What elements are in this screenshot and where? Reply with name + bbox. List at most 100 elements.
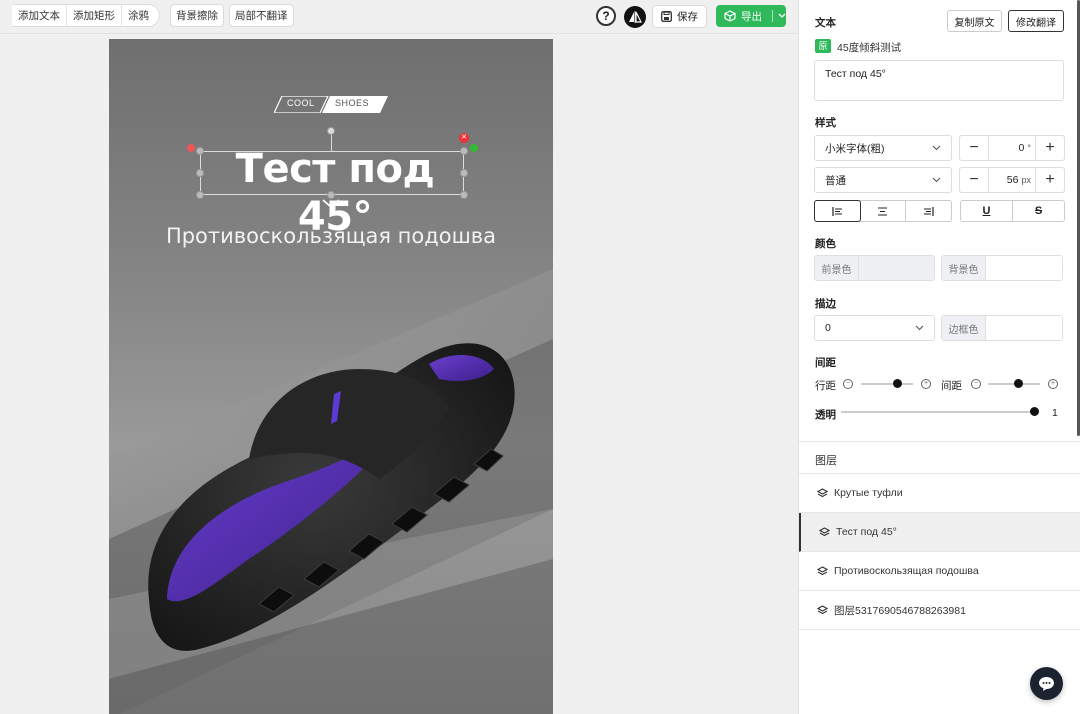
font-size-stepper[interactable]: − 56 px + bbox=[959, 167, 1065, 193]
font-size-value[interactable]: 56 bbox=[1007, 174, 1019, 186]
resize-handle-ml[interactable] bbox=[196, 169, 204, 177]
export-icon bbox=[724, 10, 736, 22]
save-icon bbox=[661, 11, 672, 22]
artboard[interactable]: COOL SHOES ✕ Тест под 45° Противоскользя… bbox=[109, 39, 553, 714]
chevron-down-icon[interactable] bbox=[778, 13, 786, 19]
rotation-value[interactable]: 0 bbox=[1019, 142, 1025, 154]
color-section-label: 颜色 bbox=[815, 238, 836, 250]
resize-handle-tl[interactable] bbox=[196, 147, 204, 155]
letter-spacing-knob[interactable] bbox=[1014, 379, 1023, 388]
align-left-icon[interactable] bbox=[814, 200, 861, 222]
doodle-button[interactable]: 涂鸦 bbox=[122, 5, 155, 26]
background-erase-button[interactable]: 背景擦除 bbox=[171, 5, 223, 26]
layer-item[interactable]: Крутые туфли bbox=[799, 474, 1080, 513]
partial-group: 局部不翻译 bbox=[229, 4, 294, 27]
layer-item-selected[interactable]: Тест под 45° bbox=[799, 513, 1080, 552]
layer-name: Крутые туфли bbox=[834, 487, 903, 499]
underline-icon[interactable]: U bbox=[961, 201, 1013, 221]
stroke-width-select[interactable]: 0 bbox=[814, 315, 935, 341]
save-label: 保存 bbox=[677, 11, 698, 23]
export-label: 导出 bbox=[741, 10, 762, 23]
chat-button[interactable] bbox=[1030, 667, 1063, 700]
translation-textarea[interactable]: Тест под 45° bbox=[814, 60, 1064, 101]
copy-original-button[interactable]: 复制原文 bbox=[947, 10, 1002, 32]
chat-icon bbox=[1039, 676, 1054, 691]
increase-letter-spacing-icon[interactable]: + bbox=[1048, 379, 1058, 389]
decrease-letter-spacing-icon[interactable]: − bbox=[971, 379, 981, 389]
add-rectangle-button[interactable]: 添加矩形 bbox=[67, 5, 122, 26]
export-button[interactable]: 导出 bbox=[716, 5, 786, 27]
export-divider bbox=[772, 10, 773, 22]
canvas-area[interactable]: COOL SHOES ✕ Тест под 45° Противоскользя… bbox=[0, 35, 798, 714]
original-text: 45度倾斜测试 bbox=[837, 42, 902, 54]
text-section-label: 文本 bbox=[815, 17, 836, 29]
font-size-unit: px bbox=[1021, 175, 1031, 185]
layer-item[interactable]: Противоскользящая подошва bbox=[799, 552, 1080, 591]
resize-handle-bl[interactable] bbox=[196, 191, 204, 199]
font-weight-value: 普通 bbox=[825, 174, 846, 187]
font-family-select[interactable]: 小米字体(粗) bbox=[814, 135, 952, 161]
stroke-color-swatch[interactable] bbox=[986, 316, 1062, 340]
style-section-label: 样式 bbox=[815, 117, 836, 129]
layers-header: 图层 bbox=[799, 442, 1080, 474]
decrease-line-spacing-icon[interactable]: − bbox=[843, 379, 853, 389]
opacity-track[interactable] bbox=[841, 411, 1035, 413]
layer-item[interactable]: 图层5317690546788263981 bbox=[799, 591, 1080, 630]
chevron-down-icon bbox=[932, 145, 941, 151]
alignment-group bbox=[814, 200, 952, 222]
decoration-group: U S bbox=[960, 200, 1065, 222]
font-size-decrease-button[interactable]: − bbox=[960, 171, 988, 189]
layer-name: Противоскользящая подошва bbox=[834, 565, 979, 577]
help-icon[interactable]: ? bbox=[596, 6, 616, 26]
bg-color-label: 背景色 bbox=[942, 256, 986, 280]
font-family-value: 小米字体(粗) bbox=[825, 142, 885, 155]
line-spacing-track[interactable] bbox=[861, 383, 913, 385]
add-tools-group: 添加文本 添加矩形 涂鸦 bbox=[12, 4, 160, 27]
original-tag: 原 bbox=[815, 39, 831, 53]
save-button[interactable]: 保存 bbox=[652, 5, 707, 28]
partial-no-translate-button[interactable]: 局部不翻译 bbox=[230, 5, 293, 26]
strikethrough-icon[interactable]: S bbox=[1013, 201, 1064, 221]
stroke-width-value: 0 bbox=[825, 322, 831, 334]
layers-icon bbox=[819, 527, 830, 537]
fg-color-swatch[interactable] bbox=[859, 256, 934, 280]
align-center-icon[interactable] bbox=[860, 201, 906, 221]
font-size-increase-button[interactable]: + bbox=[1036, 171, 1064, 189]
stroke-color-label: 边框色 bbox=[942, 316, 986, 340]
line-spacing-label: 行距 bbox=[815, 380, 836, 392]
canvas-subtitle-text[interactable]: Противоскользящая подошва bbox=[109, 224, 553, 248]
layer-name: 图层5317690546788263981 bbox=[834, 604, 966, 617]
layers-icon bbox=[817, 605, 828, 615]
minus-handle-icon[interactable] bbox=[187, 144, 195, 152]
opacity-value: 1 bbox=[1052, 407, 1058, 419]
spacing-section-label: 间距 bbox=[815, 357, 836, 369]
badge-left-text: COOL bbox=[287, 98, 315, 108]
badge-right-text: SHOES bbox=[335, 98, 370, 108]
modify-translation-button[interactable]: 修改翻译 bbox=[1008, 10, 1064, 32]
layer-name: Тест под 45° bbox=[836, 526, 897, 538]
increase-line-spacing-icon[interactable]: + bbox=[921, 379, 931, 389]
add-text-button[interactable]: 添加文本 bbox=[12, 5, 67, 26]
chevron-down-icon bbox=[915, 325, 924, 331]
rotate-handle[interactable] bbox=[327, 127, 335, 135]
rotation-stepper[interactable]: − 0 ° + bbox=[959, 135, 1065, 161]
delete-icon[interactable]: ✕ bbox=[459, 133, 469, 143]
rotation-increase-button[interactable]: + bbox=[1036, 139, 1064, 157]
rotation-unit: ° bbox=[1027, 143, 1031, 153]
chevron-down-icon bbox=[932, 177, 941, 183]
mirror-icon[interactable] bbox=[624, 6, 646, 28]
opacity-knob[interactable] bbox=[1030, 407, 1039, 416]
stroke-color-field[interactable]: 边框色 bbox=[941, 315, 1063, 341]
rotation-decrease-button[interactable]: − bbox=[960, 139, 988, 157]
letter-spacing-label: 间距 bbox=[941, 380, 962, 392]
foreground-color-field[interactable]: 前景色 bbox=[814, 255, 935, 281]
font-weight-select[interactable]: 普通 bbox=[814, 167, 952, 193]
fg-color-label: 前景色 bbox=[815, 256, 859, 280]
layers-icon bbox=[817, 566, 828, 576]
line-spacing-knob[interactable] bbox=[893, 379, 902, 388]
bg-color-swatch[interactable] bbox=[986, 256, 1062, 280]
align-right-icon[interactable] bbox=[906, 201, 951, 221]
background-color-field[interactable]: 背景色 bbox=[941, 255, 1063, 281]
plus-handle-icon[interactable] bbox=[470, 144, 478, 152]
bg-erase-group: 背景擦除 bbox=[170, 4, 224, 27]
